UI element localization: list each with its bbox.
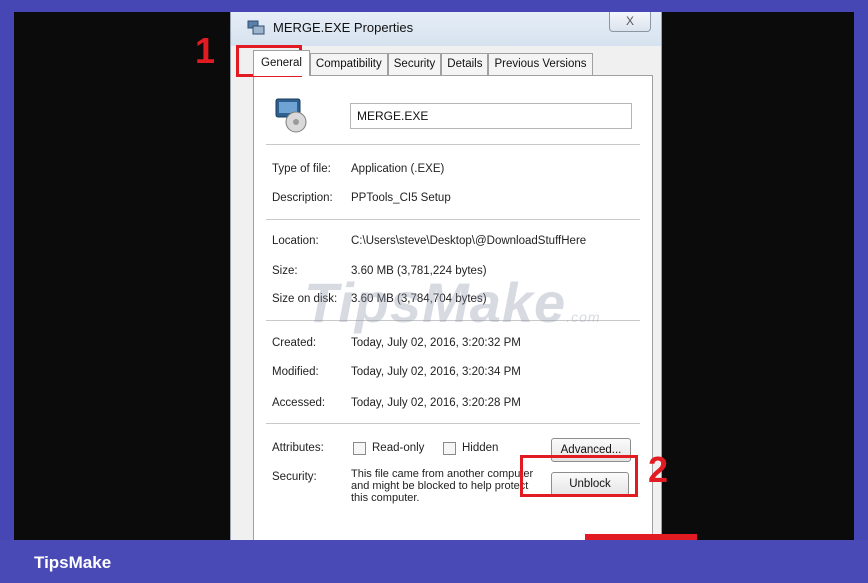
tab-strip: General Compatibility Security Details P… [253, 50, 593, 76]
readonly-label[interactable]: Read-only [372, 442, 424, 454]
step1-number: 1 [195, 30, 216, 71]
created-label: Created: [272, 337, 317, 349]
created-value: Today, July 02, 2016, 3:20:32 PM [351, 337, 521, 349]
divider [266, 423, 640, 424]
description-value: PPTools_CI5 Setup [351, 192, 451, 204]
divider [266, 144, 640, 145]
close-button[interactable]: X [609, 12, 651, 32]
location-value: C:\Users\steve\Desktop\@DownloadStuffHer… [351, 235, 587, 247]
tab-compatibility[interactable]: Compatibility [309, 53, 388, 75]
hidden-checkbox[interactable] [443, 442, 456, 455]
type-of-file-label: Type of file: [272, 163, 331, 175]
hidden-label[interactable]: Hidden [462, 442, 498, 454]
accessed-label: Accessed: [272, 397, 326, 409]
location-label: Location: [272, 235, 319, 247]
tab-previous-versions[interactable]: Previous Versions [488, 53, 593, 75]
accessed-value: Today, July 02, 2016, 3:20:28 PM [351, 397, 521, 409]
security-label: Security: [272, 471, 317, 483]
modified-value: Today, July 02, 2016, 3:20:34 PM [351, 366, 521, 378]
description-label: Description: [272, 192, 333, 204]
tab-details[interactable]: Details [441, 53, 489, 75]
watermark-suffix: .com [566, 309, 601, 325]
title-bar[interactable]: MERGE.EXE Properties X [231, 12, 661, 46]
step2-number: 2 [648, 449, 669, 490]
window-title: MERGE.EXE Properties [273, 20, 414, 35]
readonly-checkbox[interactable] [353, 442, 366, 455]
type-of-file-value: Application (.EXE) [351, 163, 445, 175]
footer-band [0, 540, 868, 583]
tab-security[interactable]: Security [387, 53, 442, 75]
watermark: TipsMake.com [304, 270, 601, 335]
application-icon [247, 20, 265, 35]
file-icon [275, 98, 307, 133]
security-message: This file came from another computer and… [351, 468, 534, 504]
video-area: MERGE.EXE Properties X General Compatibi… [14, 12, 854, 540]
divider [266, 219, 640, 220]
attributes-label: Attributes: [272, 442, 324, 454]
brand-label: TipsMake [34, 553, 112, 572]
modified-label: Modified: [272, 366, 319, 378]
file-name-field[interactable]: MERGE.EXE [350, 103, 632, 129]
watermark-text: TipsMake [304, 271, 567, 334]
size-label: Size: [272, 265, 298, 277]
step2-highlight [520, 455, 638, 497]
tab-general[interactable]: General [253, 50, 310, 76]
